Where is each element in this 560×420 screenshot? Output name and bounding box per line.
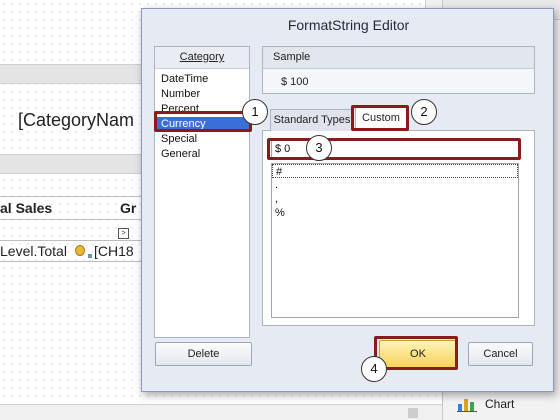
callout-highlight-currency [154, 111, 252, 132]
toolbox-item-label: Chart [485, 397, 515, 411]
smart-tag-icon[interactable]: > [118, 228, 129, 239]
category-name-field[interactable]: [CategoryNam [18, 110, 134, 131]
horizontal-scrollbar[interactable] [0, 404, 442, 420]
category-item-special[interactable]: Special [155, 132, 249, 147]
format-symbol-list[interactable]: # . , % [271, 163, 519, 318]
callout-number: 1 [242, 99, 268, 125]
category-item-datetime[interactable]: DateTime [155, 72, 249, 87]
tab-standard-types[interactable]: Standard Types [270, 109, 354, 131]
callout-number: 4 [361, 356, 387, 382]
callout-number: 2 [411, 99, 437, 125]
table-cell[interactable]: [CH18 [94, 243, 134, 259]
cancel-button[interactable]: Cancel [468, 342, 533, 366]
category-header-label: Category [179, 51, 225, 63]
sample-value: $ 100 [281, 76, 309, 88]
table-header-cell[interactable]: Gr [120, 200, 136, 216]
sample-box: Sample $ 100 [262, 46, 535, 94]
delete-button[interactable]: Delete [155, 342, 252, 366]
format-symbol-item[interactable]: , [272, 192, 518, 206]
expression-icon [75, 245, 85, 256]
format-symbol-item[interactable]: # [272, 164, 518, 178]
format-symbol-item[interactable]: . [272, 178, 518, 192]
scrollbar-thumb[interactable] [408, 408, 418, 418]
category-header: Category [155, 47, 249, 69]
category-item-number[interactable]: Number [155, 87, 249, 102]
dialog-title: FormatString Editor [287, 17, 410, 33]
toolbox-item-chart[interactable]: Chart [457, 396, 514, 412]
category-panel: Category DateTime Number Percent Currenc… [154, 46, 250, 338]
table-cell[interactable]: Level.Total [0, 243, 67, 259]
format-symbol-item[interactable]: % [272, 206, 518, 220]
callout-highlight-custom-tab [351, 105, 409, 131]
category-item-general[interactable]: General [155, 147, 249, 162]
chart-icon [457, 399, 477, 412]
sample-header: Sample [263, 47, 534, 69]
formatstring-editor-dialog: FormatString Editor Category DateTime Nu… [141, 8, 554, 392]
resize-handle[interactable] [88, 254, 92, 258]
table-header-cell[interactable]: al Sales [0, 200, 52, 216]
callout-number: 3 [306, 135, 332, 161]
